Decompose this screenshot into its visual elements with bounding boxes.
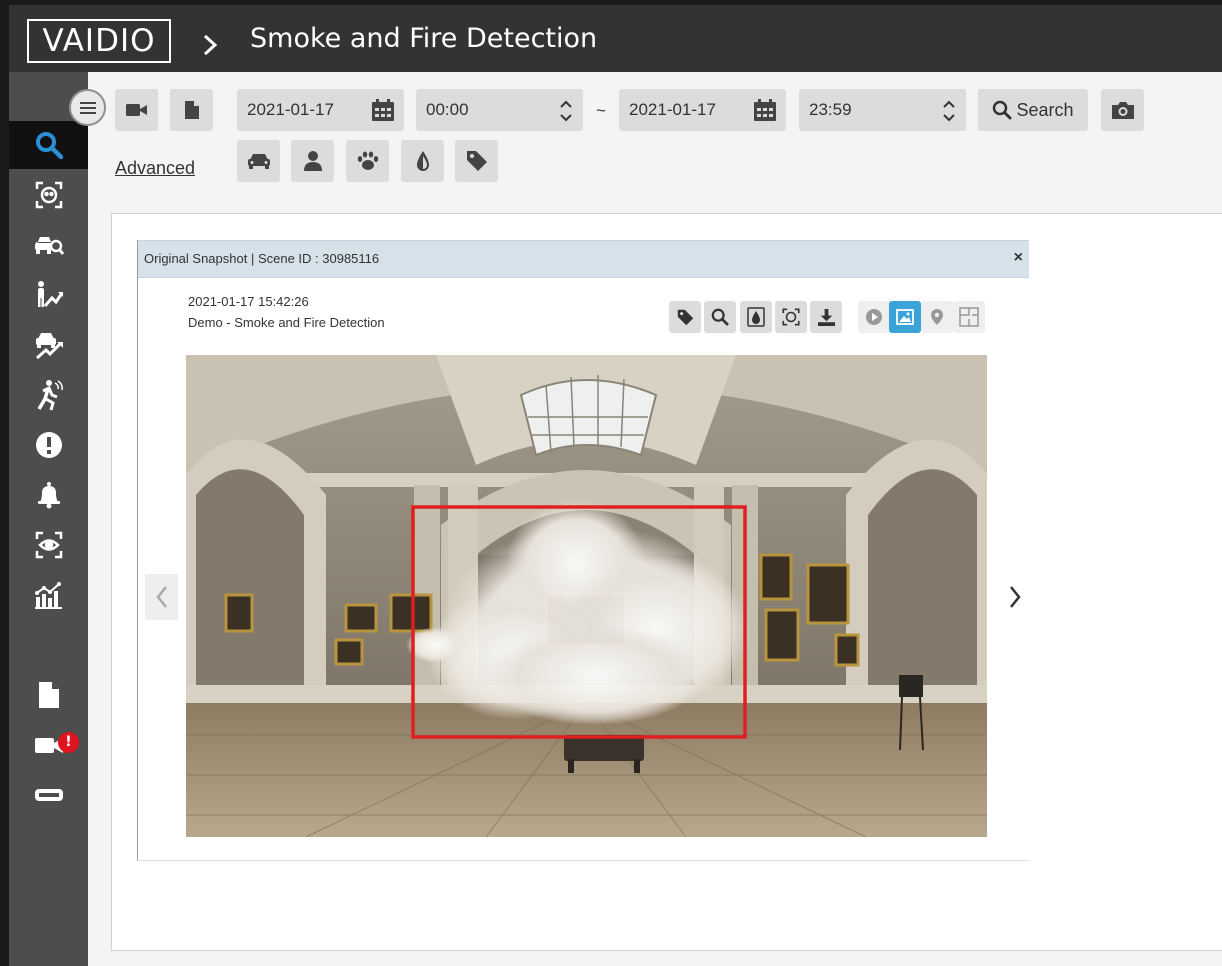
filter-animal-button[interactable] bbox=[346, 140, 389, 182]
sidebar-item-vehicle-analytics[interactable] bbox=[9, 321, 88, 369]
chevron-right-icon bbox=[1010, 586, 1021, 608]
vaidio-logo[interactable]: VAIDIO bbox=[27, 19, 171, 63]
sidebar bbox=[9, 72, 88, 966]
zoom-icon bbox=[711, 308, 729, 326]
source-separator: - bbox=[222, 315, 235, 330]
start-time-value: 00:00 bbox=[426, 100, 469, 119]
next-button[interactable] bbox=[1001, 574, 1029, 620]
running-person-icon bbox=[36, 380, 63, 411]
tag-button[interactable] bbox=[669, 301, 701, 333]
image-view-button[interactable] bbox=[889, 301, 921, 333]
snapshot-title: Original Snapshot | Scene ID : 30985116 bbox=[144, 251, 380, 266]
end-date-value: 2021-01-17 bbox=[629, 100, 716, 119]
download-button[interactable] bbox=[810, 301, 842, 333]
start-time-field[interactable]: 00:00 bbox=[416, 89, 583, 131]
end-date-field[interactable]: 2021-01-17 bbox=[619, 89, 786, 131]
location-view-button[interactable] bbox=[921, 301, 953, 333]
location-icon bbox=[931, 309, 943, 325]
person-analytics-icon bbox=[37, 281, 63, 307]
end-time-field[interactable]: 23:59 bbox=[799, 89, 966, 131]
filter-tag-button[interactable] bbox=[455, 140, 498, 182]
photo-camera-icon bbox=[1111, 102, 1134, 119]
face-recognition-icon bbox=[35, 181, 62, 209]
tag-icon bbox=[677, 309, 693, 325]
floorplan-icon bbox=[959, 307, 979, 327]
sidebar-item-person-analytics[interactable] bbox=[9, 271, 88, 319]
sidebar-item-vehicle-search[interactable] bbox=[9, 221, 88, 269]
person-icon bbox=[303, 151, 322, 171]
start-date-value: 2021-01-17 bbox=[247, 100, 334, 119]
eye-scan-icon bbox=[35, 531, 62, 559]
file-source-button[interactable] bbox=[170, 89, 213, 131]
page-title: Smoke and Fire Detection bbox=[250, 23, 598, 54]
paw-icon bbox=[357, 151, 378, 170]
detection-name: Smoke and Fire Detection bbox=[234, 315, 385, 330]
calendar-icon bbox=[754, 99, 776, 121]
floorplan-view-button[interactable] bbox=[953, 301, 985, 333]
sidebar-item-search[interactable] bbox=[9, 121, 88, 169]
file-icon bbox=[184, 101, 199, 119]
sidebar-item-face[interactable] bbox=[9, 171, 88, 219]
camera-name: Demo bbox=[188, 315, 223, 330]
chart-icon bbox=[34, 582, 62, 609]
chevron-right-icon bbox=[203, 34, 218, 56]
snapshot-timestamp: 2021-01-17 15:42:26 bbox=[188, 294, 309, 309]
alert-icon bbox=[35, 432, 62, 458]
hamburger-icon bbox=[79, 101, 96, 114]
sidebar-item-eye-scan[interactable] bbox=[9, 521, 88, 569]
search-button[interactable]: Search bbox=[978, 89, 1088, 131]
zoom-button[interactable] bbox=[704, 301, 736, 333]
face-icon bbox=[782, 308, 800, 326]
range-separator: ~ bbox=[596, 101, 606, 120]
play-view-button[interactable] bbox=[858, 301, 890, 333]
sidebar-item-alerts[interactable] bbox=[9, 421, 88, 469]
bell-icon bbox=[37, 482, 60, 509]
search-icon bbox=[993, 100, 1012, 120]
spinner-icon bbox=[560, 100, 572, 122]
filter-person-button[interactable] bbox=[291, 140, 334, 182]
video-camera-icon bbox=[125, 104, 147, 116]
chevron-left-icon bbox=[155, 586, 167, 608]
camera-alert-badge: ! bbox=[58, 732, 79, 753]
document-icon bbox=[38, 682, 59, 708]
snapshot-source: Demo - Smoke and Fire Detection bbox=[188, 315, 385, 330]
sidebar-item-storage[interactable] bbox=[9, 771, 88, 819]
top-bar: VAIDIO Smoke and Fire Detection bbox=[9, 5, 1222, 72]
smoke-detection-button[interactable] bbox=[740, 301, 772, 333]
end-time-value: 23:59 bbox=[809, 100, 852, 119]
tag-icon bbox=[466, 151, 487, 171]
vehicle-analytics-icon bbox=[35, 333, 63, 360]
advanced-link[interactable]: Advanced bbox=[115, 158, 195, 179]
face-detection-button[interactable] bbox=[775, 301, 807, 333]
snapshot-header: Original Snapshot | Scene ID : 30985116 … bbox=[138, 240, 1029, 278]
previous-button[interactable] bbox=[145, 574, 178, 620]
calendar-icon bbox=[372, 99, 394, 121]
sidebar-item-documents[interactable] bbox=[9, 671, 88, 719]
filter-smoke-button[interactable] bbox=[401, 140, 444, 182]
search-label: Search bbox=[1016, 99, 1074, 120]
drop-icon bbox=[416, 151, 429, 171]
spinner-icon bbox=[943, 100, 955, 122]
storage-icon bbox=[34, 789, 63, 801]
close-button[interactable]: × bbox=[1014, 249, 1023, 267]
sidebar-item-running-person[interactable] bbox=[9, 371, 88, 419]
smoke-icon bbox=[747, 307, 765, 327]
image-icon bbox=[896, 309, 914, 325]
sidebar-item-notifications[interactable] bbox=[9, 471, 88, 519]
download-icon bbox=[817, 308, 835, 326]
snapshot-image bbox=[186, 355, 987, 837]
car-icon bbox=[247, 154, 270, 169]
app-window: VAIDIO Smoke and Fire Detection ! 2021-0… bbox=[9, 5, 1222, 966]
snapshot-search-button[interactable] bbox=[1101, 89, 1144, 131]
vehicle-search-icon bbox=[34, 237, 64, 255]
menu-toggle-button[interactable] bbox=[69, 89, 106, 126]
video-source-button[interactable] bbox=[115, 89, 158, 131]
sidebar-item-reports[interactable] bbox=[9, 571, 88, 619]
snapshot-dialog: Original Snapshot | Scene ID : 30985116 … bbox=[137, 240, 1029, 861]
start-date-field[interactable]: 2021-01-17 bbox=[237, 89, 404, 131]
play-icon bbox=[866, 309, 882, 325]
filter-vehicle-button[interactable] bbox=[237, 140, 280, 182]
search-icon bbox=[35, 132, 63, 159]
